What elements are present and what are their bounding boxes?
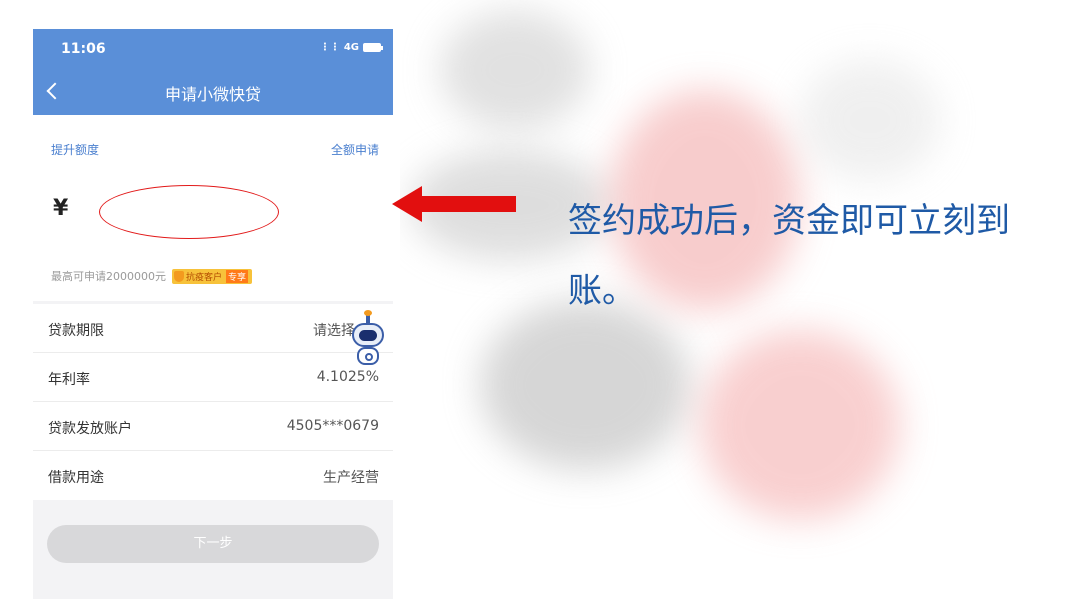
promo-badge: 抗疫客户 专享 <box>172 268 253 284</box>
left-arrow-icon <box>392 186 516 222</box>
robot-assistant-icon[interactable] <box>345 310 391 371</box>
app-bar: 11:06 ⋮⋮ 4G 申请小微快贷 <box>33 29 393 115</box>
apply-full-link[interactable]: 全额申请 <box>331 141 379 158</box>
badge-tag: 专享 <box>226 269 249 283</box>
network-status: ⋮⋮ 4G <box>319 42 383 53</box>
phone-screenshot: 11:06 ⋮⋮ 4G 申请小微快贷 提升额度 全额申请 ¥ 最高可申请2000… <box>33 29 393 599</box>
network-type: 4G <box>343 42 359 53</box>
row-annual-rate: 年利率 4.1025% <box>33 353 393 402</box>
row-value: 生产经营 <box>323 470 379 486</box>
next-step-button[interactable]: 下一步 <box>47 525 379 563</box>
loan-details-list: 贷款期限 请选择 年利率 4.1025% 贷款发放账户 4505***0679 … <box>33 304 393 500</box>
row-value: 4.1025% <box>316 369 379 385</box>
row-disbursement-account[interactable]: 贷款发放账户 4505***0679 <box>33 402 393 451</box>
max-amount-text: 最高可申请2000000元 <box>51 270 166 283</box>
row-label: 年利率 <box>48 372 90 388</box>
currency-symbol: ¥ <box>53 196 69 221</box>
raise-limit-link[interactable]: 提升额度 <box>51 141 99 158</box>
signal-icon: ⋮⋮ <box>319 42 340 53</box>
status-bar: 11:06 ⋮⋮ 4G <box>61 41 383 61</box>
row-loan-purpose[interactable]: 借款用途 生产经营 <box>33 451 393 500</box>
amount-input[interactable] <box>99 185 279 239</box>
battery-icon <box>363 43 383 52</box>
row-label: 贷款期限 <box>48 323 104 339</box>
row-label: 借款用途 <box>48 470 104 486</box>
row-loan-term[interactable]: 贷款期限 请选择 <box>33 304 393 353</box>
badge-text: 抗疫客户 <box>186 272 223 283</box>
row-label: 贷款发放账户 <box>48 421 132 437</box>
page-title: 申请小微快贷 <box>164 85 261 104</box>
row-value: 4505***0679 <box>286 418 379 434</box>
caption-text: 签约成功后，资金即可立刻到账。 <box>568 201 1010 311</box>
max-amount-line: 最高可申请2000000元 抗疫客户 专享 <box>51 268 253 284</box>
amount-card: 提升额度 全额申请 ¥ 最高可申请2000000元 抗疫客户 专享 <box>33 115 393 301</box>
shield-icon <box>174 270 184 282</box>
status-time: 11:06 <box>61 41 106 57</box>
